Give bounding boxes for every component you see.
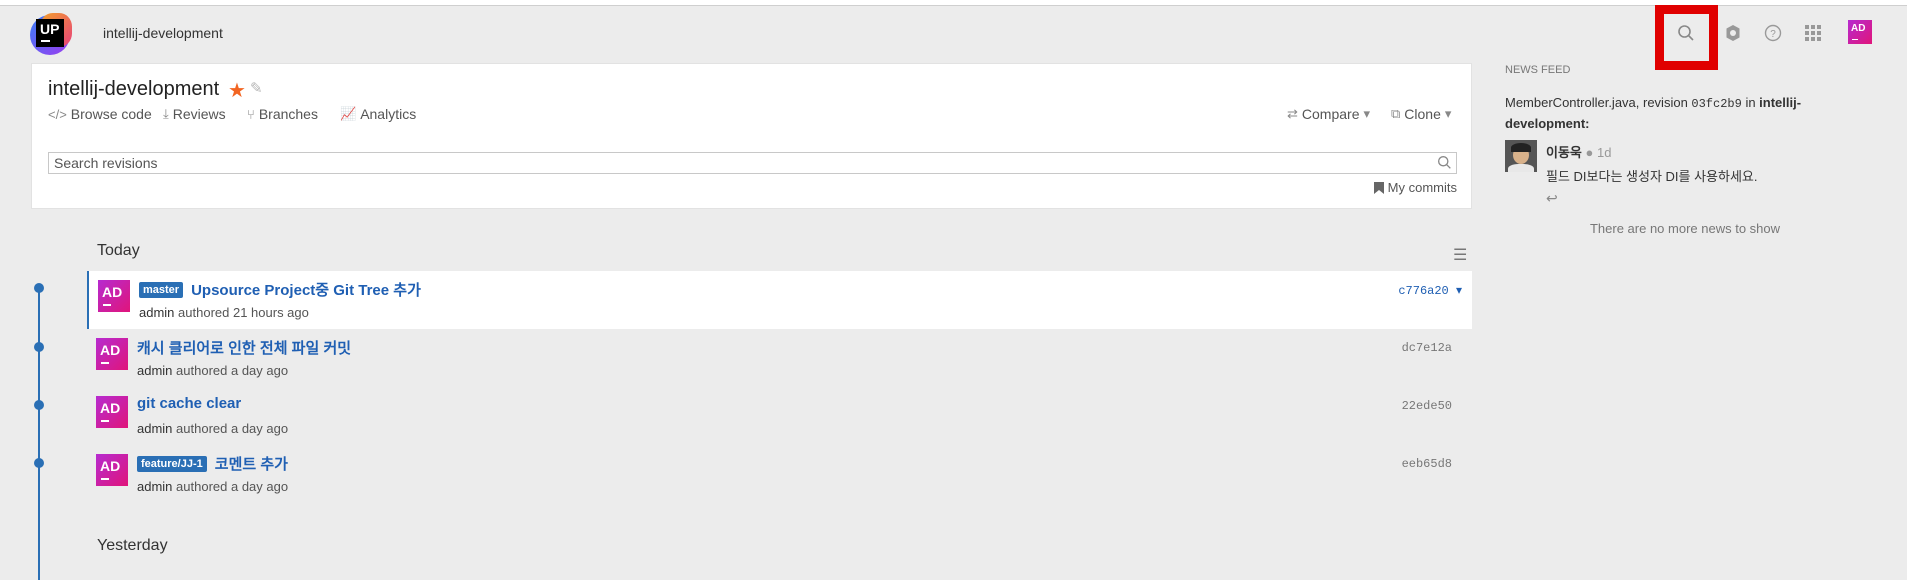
compare-icon: ⇄: [1287, 106, 1298, 121]
commit-row[interactable]: AD feature/JJ-1 코멘트 추가 admin authored a …: [87, 445, 1472, 503]
commit-title[interactable]: git cache clear: [137, 395, 241, 412]
comment-text: 필드 DI보다는 생성자 DI를 사용하세요.: [1546, 169, 1758, 184]
my-commits-toggle[interactable]: My commits: [1373, 180, 1457, 195]
commit-hash[interactable]: 22ede50: [1402, 399, 1452, 413]
top-border: [0, 0, 1907, 6]
commit-hash[interactable]: eeb65d8: [1402, 457, 1452, 471]
commit-title[interactable]: 캐시 클리어로 인한 전체 파일 커밋: [137, 337, 351, 358]
clone-dropdown[interactable]: ⧉ Clone ▾: [1391, 106, 1451, 122]
commit-meta: admin authored 21 hours ago: [139, 305, 309, 320]
branch-icon: ⑂: [247, 106, 255, 122]
upsource-logo[interactable]: UP: [30, 13, 72, 55]
search-icon[interactable]: [1437, 155, 1452, 175]
commit-title[interactable]: 코멘트 추가: [215, 453, 288, 474]
commit-meta: admin authored a day ago: [137, 421, 289, 436]
commit-title[interactable]: Upsource Project중 Git Tree 추가: [191, 279, 421, 300]
search-revisions-box: [48, 152, 1457, 174]
commit-meta: admin authored a day ago: [137, 363, 289, 378]
news-feed-label: NEWS FEED: [1505, 64, 1571, 76]
no-more-news: There are no more news to show: [1589, 221, 1781, 236]
app-name[interactable]: intellij-development: [103, 25, 223, 41]
avatar: AD: [96, 396, 128, 428]
today-label: Today: [97, 242, 140, 259]
settings-icon[interactable]: [1720, 20, 1746, 46]
code-icon: </>: [48, 106, 67, 122]
reply-icon[interactable]: ↩: [1546, 190, 1558, 207]
project-card: intellij-development ★ ✎ </> Browse code …: [31, 63, 1472, 209]
avatar: AD: [98, 280, 130, 312]
caret-down-icon: ▾: [1444, 106, 1452, 121]
comment-author: 이동욱 ● 1d: [1546, 145, 1612, 160]
timeline-line: [38, 288, 40, 580]
commit-row[interactable]: AD 캐시 클리어로 인한 전체 파일 커밋 admin authored a …: [87, 329, 1472, 387]
timeline-dot: [34, 458, 44, 468]
bookmark-icon: [1373, 181, 1384, 194]
branch-badge[interactable]: feature/JJ-1: [137, 455, 207, 472]
reviews-link[interactable]: ⤓ Reviews: [163, 106, 226, 122]
list-view-icon[interactable]: ☰: [1453, 245, 1467, 265]
timeline-dot: [34, 400, 44, 410]
search-icon[interactable]: [1673, 20, 1699, 46]
star-icon[interactable]: ★: [228, 78, 246, 103]
avatar: AD: [96, 454, 128, 486]
clone-icon: ⧉: [1391, 106, 1401, 121]
compare-dropdown[interactable]: ⇄ Compare ▾: [1287, 106, 1370, 122]
project-title: intellij-development: [48, 78, 220, 100]
analytics-icon: 📈: [340, 106, 357, 121]
timeline-dot: [34, 342, 44, 352]
browse-code-link[interactable]: </> Browse code: [48, 106, 152, 122]
branch-badge[interactable]: master: [139, 281, 184, 298]
search-revisions-input[interactable]: [49, 153, 1456, 173]
svg-text:?: ?: [1770, 29, 1776, 40]
caret-down-icon: ▾: [1363, 106, 1371, 121]
commit-hash[interactable]: c776a20 ▾: [1398, 283, 1462, 298]
commit-hash[interactable]: dc7e12a: [1402, 341, 1452, 355]
timeline-dot: [34, 283, 44, 293]
reviews-icon: ⤓: [163, 106, 169, 121]
news-feed-entry[interactable]: MemberController.java, revision 03fc2b9 …: [1505, 93, 1835, 133]
user-avatar[interactable]: AD: [1848, 20, 1872, 44]
branches-link[interactable]: ⑂ Branches: [247, 106, 318, 122]
edit-pencil-icon[interactable]: ✎: [250, 79, 263, 97]
yesterday-label: Yesterday: [97, 537, 168, 554]
help-icon[interactable]: ?: [1760, 20, 1786, 46]
avatar: AD: [96, 338, 128, 370]
commit-meta: admin authored a day ago: [137, 479, 289, 494]
commit-row[interactable]: AD master Upsource Project중 Git Tree 추가 …: [87, 271, 1472, 329]
apps-grid-icon[interactable]: [1800, 20, 1826, 46]
commit-row[interactable]: AD git cache clear admin authored a day …: [87, 387, 1472, 445]
commenter-avatar: [1505, 140, 1537, 172]
analytics-link[interactable]: 📈 Analytics: [340, 106, 416, 122]
